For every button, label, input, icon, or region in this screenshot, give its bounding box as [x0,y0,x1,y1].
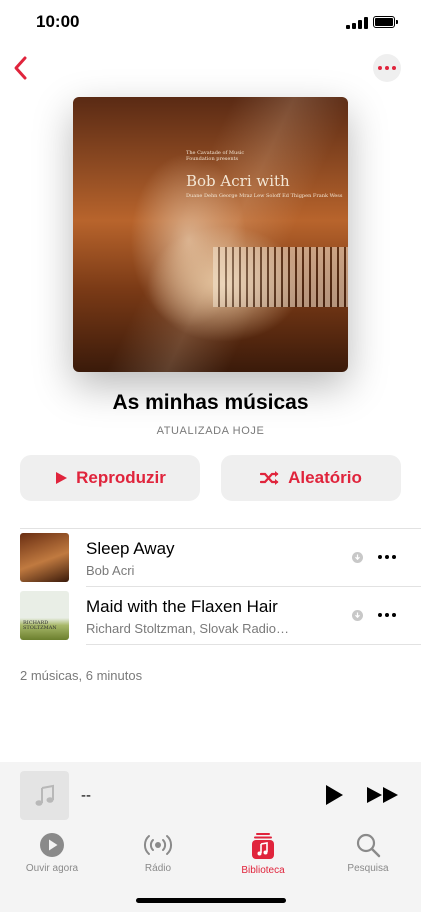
play-button[interactable]: Reproduzir [20,455,200,501]
tab-label: Ouvir agora [25,863,79,874]
list-divider [86,644,421,645]
song-row[interactable]: Sleep Away Bob Acri [0,529,421,586]
music-note-icon [35,784,54,806]
song-title: Sleep Away [86,539,175,558]
downloaded-icon [352,552,363,563]
artwork-presents-text: The Cavatade of Music Foundation present… [186,150,245,162]
play-button-label: Reproduzir [76,468,166,487]
mini-play-button[interactable] [323,783,345,812]
artwork-title-text: Bob Acri with [186,172,290,190]
playlist-artwork: The Cavatade of Music Foundation present… [73,97,348,372]
song-more-button[interactable] [378,613,396,617]
mini-player-title: -- [81,787,91,804]
play-circle-icon [40,833,64,857]
play-icon [56,472,68,484]
song-title: Maid with the Flaxen Hair [86,597,278,616]
ellipsis-icon [378,66,396,70]
status-time: 10:00 [36,12,80,31]
tab-radio[interactable]: Rádio [116,832,200,874]
chevron-left-icon [14,56,27,80]
song-more-button[interactable] [378,555,396,559]
shuffle-button[interactable]: Aleatório [221,455,401,501]
tab-label: Rádio [144,863,172,874]
library-icon [252,833,274,859]
song-row[interactable]: RICHARD STOLTZMAN Maid with the Flaxen H… [0,587,421,644]
mini-player-artwork [20,771,69,820]
playlist-summary: 2 músicas, 6 minutos [20,668,143,683]
signal-icon [346,17,368,29]
playlist-title: As minhas músicas [112,391,309,414]
song-artist: Bob Acri [86,563,135,578]
tab-listen-now[interactable]: Ouvir agora [10,832,94,874]
radio-icon [143,835,173,855]
back-button[interactable] [10,54,34,82]
fast-forward-icon [367,787,398,803]
home-indicator[interactable] [136,898,286,903]
song-artwork-text: RICHARD STOLTZMAN [23,620,57,631]
song-artwork [20,533,69,582]
tab-label: Pesquisa [347,863,389,874]
song-artist: Richard Stoltzman, Slovak Radio… [86,621,290,636]
mini-forward-button[interactable] [366,785,400,810]
song-artwork: RICHARD STOLTZMAN [20,591,69,640]
battery-icon [373,16,398,28]
tab-library[interactable]: Biblioteca [221,832,305,876]
play-icon [326,785,343,805]
tab-label: Biblioteca [241,865,285,876]
more-options-button[interactable] [373,54,401,82]
shuffle-button-label: Aleatório [288,468,362,487]
playlist-updated-label: ATUALIZADA HOJE [156,425,265,437]
shuffle-icon [260,471,279,485]
search-icon [356,833,381,858]
artwork-names-text: Duane Dehn George Mraz Lew Soloff Ed Thi… [186,193,343,199]
downloaded-icon [352,610,363,621]
tab-search[interactable]: Pesquisa [326,832,410,874]
